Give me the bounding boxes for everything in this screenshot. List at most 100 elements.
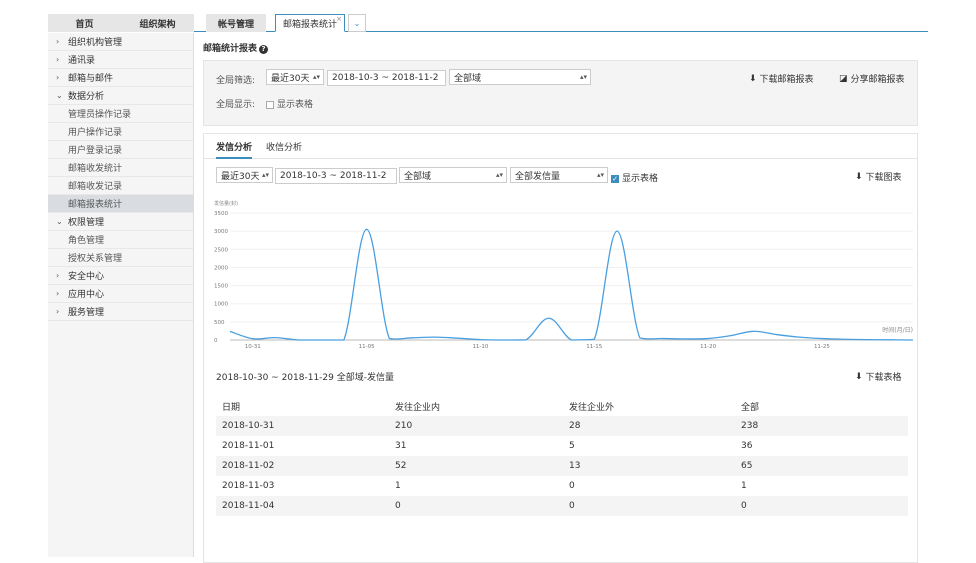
global-filter-label: 全局筛选: <box>216 76 256 86</box>
sidebar-item-label: 应用中心 <box>68 290 105 300</box>
column-header-external[interactable]: 发往企业外 <box>563 396 735 416</box>
chart-domain-select[interactable]: 全部域 ▴▾ <box>399 167 507 183</box>
tab-receive-analysis[interactable]: 收信分析 <box>266 140 302 157</box>
sidebar-item-roles[interactable]: 角色管理 <box>48 231 193 249</box>
x-tick-label: 11-25 <box>814 344 830 350</box>
table-row: 2018-11-01 31 5 36 <box>216 436 908 456</box>
x-axis-label: 时间(月/日) <box>882 326 913 334</box>
sidebar-item-mail-report[interactable]: 邮箱报表统计 <box>48 195 193 213</box>
chart-volume-select[interactable]: 全部发信量 ▴▾ <box>510 167 608 183</box>
sidebar-item-contacts[interactable]: › 通讯录 <box>48 51 193 69</box>
download-icon: ⬇ <box>855 371 863 382</box>
sidebar-item-login-log[interactable]: 用户登录记录 <box>48 141 193 159</box>
send-volume-table: 日期 发往企业内 发往企业外 全部 2018-10-31 210 28 238 201… <box>216 396 908 516</box>
sidebar-item-grants[interactable]: 授权关系管理 <box>48 249 193 267</box>
cell-internal: 1 <box>395 481 401 491</box>
tab-mail-report-label: 邮箱报表统计 <box>282 19 337 30</box>
global-date-range-input[interactable]: 2018-10-3 ~ 2018-11-2 <box>327 70 446 86</box>
select-caret-icon: ▴▾ <box>312 73 320 81</box>
y-tick-label: 3000 <box>214 229 228 235</box>
y-tick-label: 3500 <box>214 211 228 217</box>
y-tick-label: 1500 <box>214 284 228 290</box>
x-tick-label: 11-15 <box>586 344 602 350</box>
sidebar-item-permissions[interactable]: ⌄ 权限管理 <box>48 213 193 231</box>
nav-home[interactable]: 首页 <box>48 14 121 32</box>
cell-external: 0 <box>569 481 575 491</box>
share-icon: ◪ <box>839 73 848 84</box>
cell-internal: 210 <box>395 421 413 431</box>
cell-total: 0 <box>741 501 747 511</box>
cell-total: 36 <box>741 441 753 451</box>
sidebar-item-label: 服务管理 <box>68 308 105 318</box>
chevron-down-icon: ⌄ <box>56 91 63 100</box>
chart-volume-value: 全部发信量 <box>515 171 561 182</box>
tab-send-analysis[interactable]: 发信分析 <box>216 140 253 159</box>
chart-date-range-value: 2018-10-3 ~ 2018-11-2 <box>280 171 387 181</box>
sidebar-item-mailbox[interactable]: › 邮箱与邮件 <box>48 69 193 87</box>
global-show-table-label: 显示表格 <box>277 100 314 110</box>
sidebar-item-analytics[interactable]: ⌄ 数据分析 <box>48 87 193 105</box>
page-title: 邮箱统计报表? <box>203 41 269 54</box>
checkbox-checked-icon[interactable]: ✓ <box>611 174 619 183</box>
download-icon: ⬇ <box>855 171 863 182</box>
download-report-button[interactable]: ⬇ 下载邮箱报表 <box>749 72 814 86</box>
table-title: 2018-10-30 ~ 2018-11-29 全部域-发信量 <box>216 373 394 383</box>
download-table-button[interactable]: ⬇ 下载表格 <box>855 370 902 384</box>
sidebar-item-mail-stats[interactable]: 邮箱收发统计 <box>48 159 193 177</box>
sidebar-item-org[interactable]: › 组织机构管理 <box>48 33 193 51</box>
global-domain-select[interactable]: 全部域 ▴▾ <box>449 69 591 85</box>
column-header-internal[interactable]: 发往企业内 <box>389 396 563 416</box>
cell-internal: 52 <box>395 461 407 471</box>
global-show-table-checkbox[interactable]: 显示表格 <box>266 97 313 110</box>
tab-account[interactable]: 帐号管理 <box>206 14 266 32</box>
sidebar-item-mail-records[interactable]: 邮箱收发记录 <box>48 177 193 195</box>
chevron-right-icon: › <box>56 37 60 46</box>
chevron-right-icon: › <box>56 307 60 316</box>
select-caret-icon: ▴▾ <box>261 171 269 179</box>
sidebar-item-services[interactable]: › 服务管理 <box>48 303 193 321</box>
y-axis-label: 发信量(封) <box>214 200 238 207</box>
chart-show-table-checkbox[interactable]: ✓ 显示表格 <box>611 171 658 184</box>
checkbox-icon[interactable] <box>266 100 274 109</box>
global-domain-value: 全部域 <box>454 73 482 84</box>
sidebar-item-label: 数据分析 <box>68 92 105 102</box>
chevron-down-icon[interactable]: ⌄ <box>348 14 366 32</box>
chart-date-range-input[interactable]: 2018-10-3 ~ 2018-11-2 <box>275 168 397 184</box>
sidebar-item-label: 组织机构管理 <box>68 38 123 48</box>
cell-date: 2018-11-01 <box>222 441 275 451</box>
global-range-value: 最近30天 <box>271 73 310 84</box>
column-header-date[interactable]: 日期 <box>216 396 389 416</box>
sidebar: › 组织机构管理 › 通讯录 › 邮箱与邮件 ⌄ 数据分析 管理员操作记录 用户操作记录… <box>48 33 194 557</box>
chart-range-select[interactable]: 最近30天 ▴▾ <box>216 167 273 183</box>
close-icon[interactable]: × <box>336 15 342 23</box>
sidebar-item-apps[interactable]: › 应用中心 <box>48 285 193 303</box>
cell-external: 0 <box>569 501 575 511</box>
download-report-label: 下载邮箱报表 <box>759 75 814 85</box>
share-report-button[interactable]: ◪ 分享邮箱报表 <box>839 72 905 86</box>
sidebar-item-label: 权限管理 <box>68 218 105 228</box>
cell-external: 28 <box>569 421 581 431</box>
y-tick-label: 2000 <box>214 265 228 271</box>
table-row: 2018-11-04 0 0 0 <box>216 496 908 516</box>
chart-show-table-label: 显示表格 <box>622 174 659 184</box>
cell-external: 13 <box>569 461 581 471</box>
tab-mail-report[interactable]: 邮箱报表统计 × <box>275 14 345 32</box>
download-chart-button[interactable]: ⬇ 下载图表 <box>855 170 902 184</box>
download-chart-label: 下载图表 <box>865 173 902 183</box>
chevron-down-icon: ⌄ <box>56 217 63 226</box>
global-range-select[interactable]: 最近30天 ▴▾ <box>266 69 324 85</box>
sidebar-item-admin-log[interactable]: 管理员操作记录 <box>48 105 193 123</box>
select-caret-icon: ▴▾ <box>579 73 587 81</box>
column-header-total[interactable]: 全部 <box>735 396 908 416</box>
cell-date: 2018-10-31 <box>222 421 275 431</box>
select-caret-icon: ▴▾ <box>596 171 604 179</box>
y-tick-label: 2500 <box>214 247 228 253</box>
sidebar-item-security[interactable]: › 安全中心 <box>48 267 193 285</box>
sidebar-item-user-log[interactable]: 用户操作记录 <box>48 123 193 141</box>
cell-internal: 0 <box>395 501 401 511</box>
global-date-range-value: 2018-10-3 ~ 2018-11-2 <box>332 73 439 83</box>
question-circle-icon[interactable]: ? <box>259 45 269 54</box>
x-tick-label: 11-10 <box>472 344 488 350</box>
nav-org[interactable]: 组织架构 <box>121 14 194 32</box>
tab-bar: 帐号管理 邮箱报表统计 × ⌄ <box>194 14 928 32</box>
